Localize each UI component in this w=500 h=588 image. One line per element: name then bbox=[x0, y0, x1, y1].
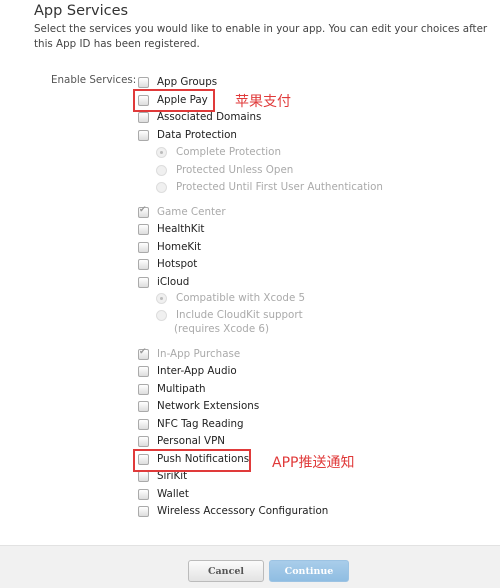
enable-services-label: Enable Services: bbox=[51, 74, 137, 86]
service-label: NFC Tag Reading bbox=[157, 418, 244, 430]
checkbox[interactable] bbox=[138, 76, 149, 88]
service-app-groups[interactable]: App Groups bbox=[138, 74, 217, 90]
service-label: Protected Until First User Authenticatio… bbox=[176, 181, 383, 193]
service-multipath[interactable]: Multipath bbox=[138, 381, 206, 397]
checkbox[interactable] bbox=[138, 241, 149, 253]
service-label: Personal VPN bbox=[157, 435, 226, 447]
checkbox[interactable] bbox=[138, 470, 149, 482]
footer: Cancel Continue bbox=[0, 545, 500, 588]
radio-option-protected-until-first-user-authentication: Protected Until First User Authenticatio… bbox=[156, 179, 383, 195]
radio-button bbox=[156, 164, 167, 176]
note-requires-xcode-6: (requires Xcode 6) bbox=[156, 321, 269, 337]
checkbox bbox=[138, 205, 149, 218]
service-in-app-purchase: In-App Purchase bbox=[138, 346, 240, 362]
checkbox[interactable] bbox=[138, 435, 149, 447]
radio-button bbox=[156, 309, 167, 321]
service-inter-app-audio[interactable]: Inter-App Audio bbox=[138, 363, 237, 379]
cancel-button[interactable]: Cancel bbox=[188, 560, 264, 582]
service-label: HealthKit bbox=[157, 223, 205, 235]
service-wireless-accessory-configuration[interactable]: Wireless Accessory Configuration bbox=[138, 503, 328, 519]
service-label: Hotspot bbox=[157, 258, 198, 270]
service-game-center: Game Center bbox=[138, 204, 226, 220]
checkbox[interactable] bbox=[138, 418, 149, 430]
radio-button bbox=[156, 146, 167, 158]
checkbox[interactable] bbox=[138, 365, 149, 377]
service-label: Inter-App Audio bbox=[157, 365, 237, 377]
service-icloud[interactable]: iCloud bbox=[138, 274, 189, 290]
service-label: Include CloudKit support bbox=[176, 309, 303, 321]
radio-button bbox=[156, 181, 167, 193]
service-data-protection[interactable]: Data Protection bbox=[138, 127, 237, 143]
checkbox[interactable] bbox=[138, 505, 149, 517]
service-label: Data Protection bbox=[157, 129, 237, 141]
checkbox[interactable] bbox=[138, 400, 149, 412]
checkbox[interactable] bbox=[138, 111, 149, 123]
service-label: Multipath bbox=[157, 383, 206, 395]
service-healthkit[interactable]: HealthKit bbox=[138, 221, 204, 237]
checkbox[interactable] bbox=[138, 223, 149, 235]
radio-option-complete-protection: Complete Protection bbox=[156, 144, 281, 160]
page-description: Select the services you would like to en… bbox=[34, 23, 488, 50]
service-nfc-tag-reading[interactable]: NFC Tag Reading bbox=[138, 416, 244, 432]
service-homekit[interactable]: HomeKit bbox=[138, 239, 201, 255]
radio-option-protected-unless-open: Protected Unless Open bbox=[156, 162, 293, 178]
service-label: Associated Domains bbox=[157, 111, 262, 123]
service-label: Protected Unless Open bbox=[176, 164, 294, 176]
service-personal-vpn[interactable]: Personal VPN bbox=[138, 433, 225, 449]
service-label: Wallet bbox=[157, 488, 189, 500]
apple-pay-annotation: 苹果支付 bbox=[235, 94, 291, 110]
service-label: Network Extensions bbox=[157, 400, 260, 412]
radio-button bbox=[156, 292, 167, 304]
checkbox[interactable] bbox=[138, 383, 149, 395]
service-label: In-App Purchase bbox=[157, 348, 241, 360]
checkbox[interactable] bbox=[138, 258, 149, 270]
service-label: iCloud bbox=[157, 276, 190, 288]
checkbox[interactable] bbox=[138, 129, 149, 141]
apple-pay-highlight bbox=[133, 89, 215, 112]
service-label: App Groups bbox=[157, 76, 218, 88]
push-annotation: APP推送通知 bbox=[272, 455, 355, 471]
note-text: (requires Xcode 6) bbox=[174, 323, 269, 335]
service-label: HomeKit bbox=[157, 241, 202, 253]
continue-button[interactable]: Continue bbox=[269, 560, 349, 582]
service-hotspot[interactable]: Hotspot bbox=[138, 256, 197, 272]
page-title: App Services bbox=[34, 3, 129, 19]
radio-option-compatible-with-xcode-5: Compatible with Xcode 5 bbox=[156, 290, 305, 306]
push-notifications-highlight bbox=[133, 449, 251, 472]
checkbox bbox=[138, 347, 149, 360]
checkbox[interactable] bbox=[138, 276, 149, 288]
checkbox[interactable] bbox=[138, 488, 149, 500]
service-label: Complete Protection bbox=[176, 146, 281, 158]
service-label: Compatible with Xcode 5 bbox=[176, 292, 306, 304]
service-label: Game Center bbox=[157, 206, 226, 218]
service-wallet[interactable]: Wallet bbox=[138, 486, 189, 502]
service-label: Wireless Accessory Configuration bbox=[157, 505, 329, 517]
service-network-extensions[interactable]: Network Extensions bbox=[138, 398, 259, 414]
